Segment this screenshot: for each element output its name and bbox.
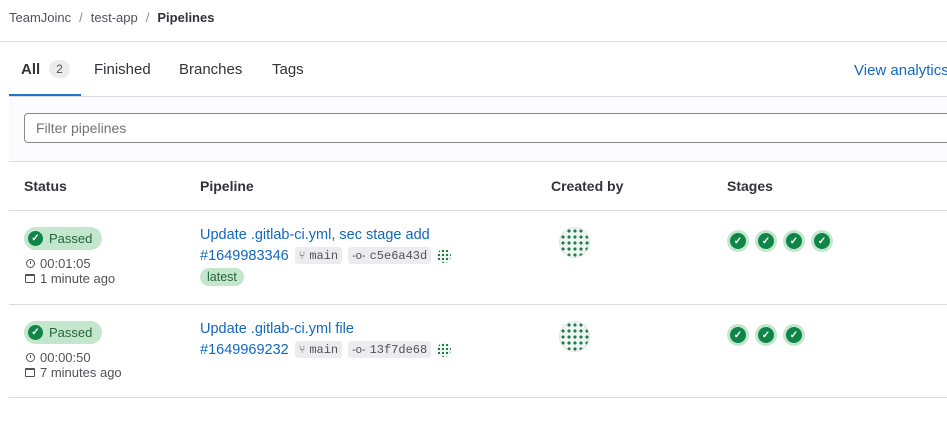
branch-ref-chip[interactable]: ⑂ main <box>294 341 343 358</box>
status-badge[interactable]: ✓ Passed <box>24 321 103 344</box>
calendar-icon <box>24 368 36 377</box>
divider <box>9 397 947 398</box>
tab-finished-label: Finished <box>94 60 151 78</box>
pipeline-title-link[interactable]: Update .gitlab-ci.yml file <box>200 321 354 337</box>
tab-all-count-badge: 2 <box>49 60 70 78</box>
pipeline-title-link[interactable]: Update .gitlab-ci.yml, sec stage add <box>200 227 430 243</box>
duration: 00:01:05 <box>24 256 91 271</box>
column-header-status: Status <box>24 178 67 194</box>
status-badge[interactable]: ✓ Passed <box>24 227 103 250</box>
stage-passed-icon[interactable]: ✓ <box>727 230 749 252</box>
branch-ref-chip[interactable]: ⑂ main <box>294 247 343 264</box>
breadcrumb: TeamJoinc / test-app / Pipelines <box>9 10 214 25</box>
pipeline-tabs: All 2 Finished Branches Tags <box>9 42 947 96</box>
divider <box>9 161 947 162</box>
branch-icon: ⑂ <box>298 249 306 262</box>
commit-sha-label: 13f7de68 <box>369 342 428 357</box>
branch-icon: ⑂ <box>298 343 306 356</box>
stage-passed-icon[interactable]: ✓ <box>727 324 749 346</box>
tab-branches[interactable]: Branches <box>179 42 242 96</box>
finished-time-value: 1 minute ago <box>40 271 116 286</box>
avatar <box>559 321 590 352</box>
breadcrumb-project[interactable]: test-app <box>91 10 138 25</box>
check-circle-icon: ✓ <box>28 325 43 340</box>
branch-ref-label: main <box>309 248 339 263</box>
stage-passed-icon[interactable]: ✓ <box>755 230 777 252</box>
tab-finished[interactable]: Finished <box>94 42 151 96</box>
breadcrumb-separator: / <box>145 10 150 25</box>
pipeline-id-line: #1649969232 ⑂ main -o- 13f7de68 <box>200 341 452 358</box>
tab-tags-label: Tags <box>272 60 304 78</box>
duration: 00:00:50 <box>24 350 91 365</box>
stage-passed-icon[interactable]: ✓ <box>755 324 777 346</box>
stage-passed-icon[interactable]: ✓ <box>783 230 805 252</box>
calendar-icon <box>24 274 36 283</box>
breadcrumb-current[interactable]: Pipelines <box>157 10 214 25</box>
column-header-stages: Stages <box>727 178 773 194</box>
tab-all-label: All <box>21 60 41 78</box>
divider <box>9 304 947 305</box>
commit-sha-chip[interactable]: -o- c5e6a43d <box>348 247 432 264</box>
column-header-created-by: Created by <box>551 178 624 194</box>
duration-value: 00:00:50 <box>40 350 91 365</box>
status-label: Passed <box>49 325 93 340</box>
branch-ref-label: main <box>309 342 339 357</box>
column-header-pipeline: Pipeline <box>200 178 254 194</box>
status-label: Passed <box>49 231 93 246</box>
pipeline-id-link[interactable]: #1649969232 <box>200 342 289 358</box>
breadcrumb-separator: / <box>79 10 83 25</box>
commit-sha-label: c5e6a43d <box>369 248 428 263</box>
created-by-avatar[interactable] <box>559 321 590 352</box>
finished-time: 7 minutes ago <box>24 365 122 380</box>
divider <box>9 210 947 211</box>
finished-time-value: 7 minutes ago <box>40 365 122 380</box>
commit-author-avatar[interactable] <box>437 342 452 357</box>
latest-badge: latest <box>200 268 244 286</box>
finished-time: 1 minute ago <box>24 271 115 286</box>
commit-sha-chip[interactable]: -o- 13f7de68 <box>348 341 432 358</box>
timer-icon <box>24 353 36 362</box>
stage-passed-icon[interactable]: ✓ <box>783 324 805 346</box>
tab-branches-label: Branches <box>179 60 243 78</box>
commit-icon: -o- <box>352 249 366 262</box>
commit-author-avatar[interactable] <box>437 248 452 263</box>
breadcrumb-group[interactable]: TeamJoinc <box>9 10 71 25</box>
filter-pipelines-box <box>24 113 947 143</box>
tab-tags[interactable]: Tags <box>272 42 304 96</box>
pipeline-id-line: #1649983346 ⑂ main -o- c5e6a43d <box>200 247 452 264</box>
avatar <box>559 227 590 258</box>
commit-icon: -o- <box>352 343 366 356</box>
duration-value: 00:01:05 <box>40 256 91 271</box>
pipeline-stages: ✓ ✓ ✓ <box>727 324 811 346</box>
check-circle-icon: ✓ <box>28 231 43 246</box>
pipeline-stages: ✓ ✓ ✓ ✓ <box>727 230 839 252</box>
created-by-avatar[interactable] <box>559 227 590 258</box>
pipeline-id-link[interactable]: #1649983346 <box>200 248 289 264</box>
tab-all[interactable]: All 2 <box>21 42 70 96</box>
timer-icon <box>24 259 36 268</box>
filter-pipelines-input[interactable] <box>25 114 947 142</box>
stage-passed-icon[interactable]: ✓ <box>811 230 833 252</box>
view-analytics-link[interactable]: View analytics <box>854 62 947 79</box>
